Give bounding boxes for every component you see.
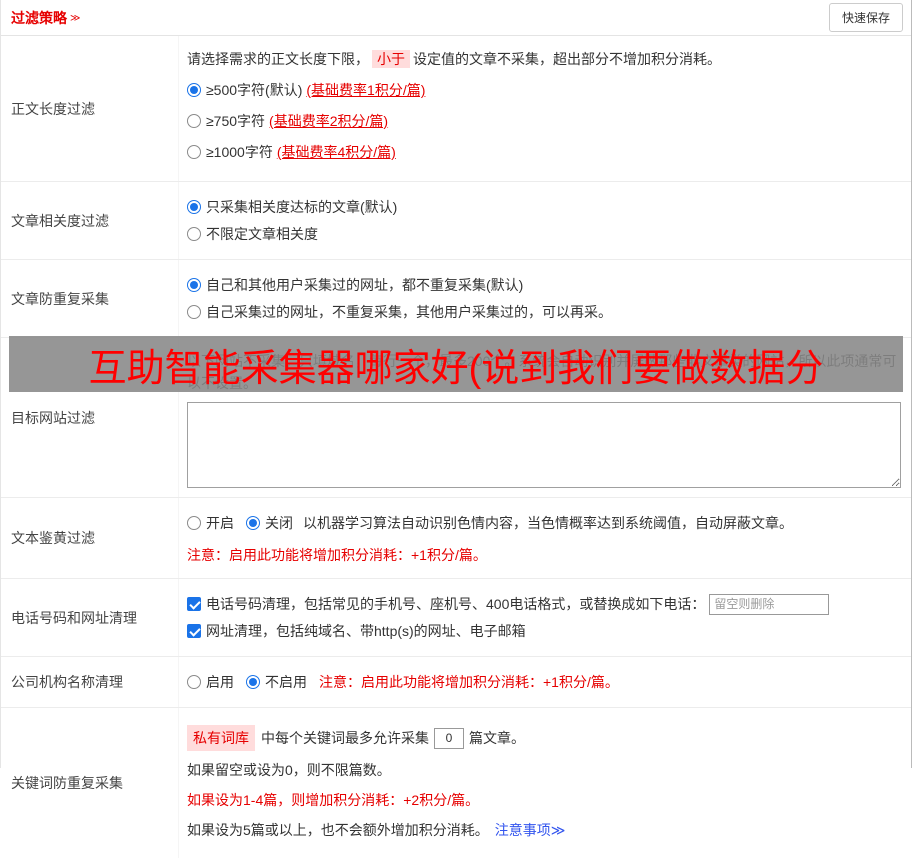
radio-icon[interactable]: [246, 675, 260, 689]
option-label: 自己和其他用户采集过的网址，都不重复采集(默认): [206, 277, 524, 293]
content-dedup-filter: 自己和其他用户采集过的网址，都不重复采集(默认) 自己采集过的网址，不重复采集，…: [179, 260, 911, 337]
radio-icon[interactable]: [187, 675, 201, 689]
row-dedup-filter: 文章防重复采集 自己和其他用户采集过的网址，都不重复采集(默认) 自己采集过的网…: [1, 260, 911, 338]
radio-option-relevance-any[interactable]: 不限定文章相关度: [187, 223, 901, 245]
checkbox-option-url-clean[interactable]: 网址清理，包括纯域名、带http(s)的网址、电子邮箱: [187, 620, 901, 642]
keyword-limit-tail: 篇文章。: [469, 730, 525, 746]
radio-option-length-1000[interactable]: ≥1000字符 (基础费率4积分/篇): [187, 141, 901, 163]
porn-filter-note: 注意：启用此功能将增加积分消耗：+1积分/篇。: [187, 547, 487, 563]
page-title: 过滤策略: [11, 9, 67, 26]
content-keyword-dedup: 私有词库 中每个关键词最多允许采集 篇文章。 如果留空或设为0，则不限篇数。 如…: [179, 708, 911, 858]
blocked-sites-textarea[interactable]: [187, 402, 901, 488]
keyword-note-five-text: 如果设为5篇或以上，也不会额外增加积分消耗。: [187, 822, 489, 838]
porn-filter-options: 开启 关闭 以机器学习算法自动识别色情内容，当色情概率达到系统阈值，自动屏蔽文章…: [187, 512, 901, 534]
label-dedup-filter: 文章防重复采集: [1, 260, 179, 337]
label-porn-filter: 文本鉴黄过滤: [1, 498, 179, 578]
replacement-phone-input[interactable]: [709, 593, 830, 615]
company-clean-options: 启用 不启用 注意：启用此功能将增加积分消耗：+1积分/篇。: [187, 671, 901, 693]
quick-save-button[interactable]: 快速保存: [828, 3, 903, 32]
radio-icon[interactable]: [187, 114, 201, 128]
label-keyword-dedup: 关键词防重复采集: [1, 708, 179, 858]
checkbox-icon[interactable]: [187, 624, 201, 638]
intro-text-before: 请选择需求的正文长度下限，: [187, 51, 369, 67]
fee-note: (基础费率2积分/篇): [269, 113, 389, 129]
radio-option-company-off[interactable]: 不启用: [246, 671, 307, 693]
radio-icon[interactable]: [187, 200, 201, 214]
option-label: ≥500字符(默认): [206, 82, 303, 98]
content-length-filter: 请选择需求的正文长度下限， 小于 设定值的文章不采集，超出部分不增加积分消耗。 ≥5…: [179, 36, 911, 181]
radio-icon[interactable]: [187, 516, 201, 530]
option-label: 启用: [206, 674, 234, 690]
checkbox-icon[interactable]: [187, 597, 201, 611]
fee-note: (基础费率4积分/篇): [276, 144, 396, 160]
option-label: 不限定文章相关度: [206, 226, 318, 242]
row-length-filter: 正文长度过滤 请选择需求的正文长度下限， 小于 设定值的文章不采集，超出部分不增加积…: [1, 36, 911, 182]
row-keyword-dedup: 关键词防重复采集 私有词库 中每个关键词最多允许采集 篇文章。 如果留空或设为0…: [1, 708, 911, 858]
keyword-limit-input[interactable]: [434, 727, 464, 749]
row-porn-filter: 文本鉴黄过滤 开启 关闭 以机器学习算法自动识别色情内容，当色情概率达到系统阈值…: [1, 498, 911, 579]
intro-text-after: 设定值的文章不采集，超出部分不增加积分消耗。: [413, 51, 721, 67]
option-label: 网址清理，包括纯域名、带http(s)的网址、电子邮箱: [206, 623, 526, 639]
radio-icon[interactable]: [187, 227, 201, 241]
label-phone-url-clean: 电话号码和网址清理: [1, 579, 179, 656]
chevron-down-icon: ≫: [70, 13, 81, 24]
radio-option-dedup-self-only[interactable]: 自己采集过的网址，不重复采集，其他用户采集过的，可以再采。: [187, 301, 901, 323]
page-header: 过滤策略 ≫ 快速保存: [1, 0, 911, 36]
radio-option-relevance-strict[interactable]: 只采集相关度达标的文章(默认): [187, 196, 901, 218]
row-relevance-filter: 文章相关度过滤 只采集相关度达标的文章(默认) 不限定文章相关度: [1, 182, 911, 260]
radio-option-dedup-all-users[interactable]: 自己和其他用户采集过的网址，都不重复采集(默认): [187, 274, 901, 296]
option-label: ≥1000字符: [206, 144, 273, 160]
radio-icon[interactable]: [187, 145, 201, 159]
keyword-limit-text: 中每个关键词最多允许采集: [261, 730, 429, 746]
option-label: 只采集相关度达标的文章(默认): [206, 199, 398, 215]
watermark-text: 互助智能采集器哪家好(说到我们要做数据分: [88, 347, 824, 390]
radio-icon[interactable]: [187, 305, 201, 319]
radio-icon[interactable]: [246, 516, 260, 530]
row-phone-url-clean: 电话号码和网址清理 电话号码清理，包括常见的手机号、座机号、400电话格式，或替…: [1, 579, 911, 657]
company-clean-note: 注意：启用此功能将增加积分消耗：+1积分/篇。: [319, 674, 619, 690]
radio-option-porn-on[interactable]: 开启: [187, 512, 234, 534]
option-label: 自己采集过的网址，不重复采集，其他用户采集过的，可以再采。: [206, 304, 612, 320]
radio-option-porn-off[interactable]: 关闭: [246, 512, 293, 534]
row-company-clean: 公司机构名称清理 启用 不启用 注意：启用此功能将增加积分消耗：+1积分/篇。: [1, 657, 911, 708]
content-porn-filter: 开启 关闭 以机器学习算法自动识别色情内容，当色情概率达到系统阈值，自动屏蔽文章…: [179, 498, 911, 578]
option-label: 关闭: [265, 515, 293, 531]
keyword-note-five: 如果设为5篇或以上，也不会额外增加积分消耗。 注意事项≫: [187, 819, 901, 841]
radio-option-length-500[interactable]: ≥500字符(默认) (基础费率1积分/篇): [187, 79, 901, 101]
option-label: 不启用: [265, 674, 307, 690]
content-phone-url-clean: 电话号码清理，包括常见的手机号、座机号、400电话格式，或替换成如下电话： 网址…: [179, 579, 911, 656]
checkbox-option-phone-clean[interactable]: 电话号码清理，包括常见的手机号、座机号、400电话格式，或替换成如下电话：: [187, 593, 901, 615]
radio-icon[interactable]: [187, 278, 201, 292]
fee-note: (基础费率1积分/篇): [306, 82, 426, 98]
private-lexicon-badge: 私有词库: [187, 725, 255, 751]
length-filter-intro: 请选择需求的正文长度下限， 小于 设定值的文章不采集，超出部分不增加积分消耗。: [187, 48, 901, 70]
label-length-filter: 正文长度过滤: [1, 36, 179, 181]
keyword-note-fee: 如果设为1-4篇，则增加积分消耗：+2积分/篇。: [187, 792, 480, 808]
label-company-clean: 公司机构名称清理: [1, 657, 179, 707]
watermark-overlay: 互助智能采集器哪家好(说到我们要做数据分: [9, 336, 903, 392]
content-relevance-filter: 只采集相关度达标的文章(默认) 不限定文章相关度: [179, 182, 911, 259]
radio-option-company-on[interactable]: 启用: [187, 671, 234, 693]
filter-strategy-menu[interactable]: 过滤策略 ≫: [11, 8, 80, 28]
keyword-limit-line: 私有词库 中每个关键词最多允许采集 篇文章。: [187, 725, 901, 751]
content-company-clean: 启用 不启用 注意：启用此功能将增加积分消耗：+1积分/篇。: [179, 657, 911, 707]
option-label: ≥750字符: [206, 113, 266, 129]
label-relevance-filter: 文章相关度过滤: [1, 182, 179, 259]
option-label: 电话号码清理，包括常见的手机号、座机号、400电话格式，或替换成如下电话：: [206, 596, 706, 612]
notes-link[interactable]: 注意事项≫: [495, 819, 566, 841]
radio-icon[interactable]: [187, 83, 201, 97]
porn-filter-description: 以机器学习算法自动识别色情内容，当色情概率达到系统阈值，自动屏蔽文章。: [303, 515, 793, 531]
keyword-note-zero: 如果留空或设为0，则不限篇数。: [187, 762, 391, 778]
option-label: 开启: [206, 515, 234, 531]
radio-option-length-750[interactable]: ≥750字符 (基础费率2积分/篇): [187, 110, 901, 132]
less-than-highlight: 小于: [372, 50, 410, 68]
